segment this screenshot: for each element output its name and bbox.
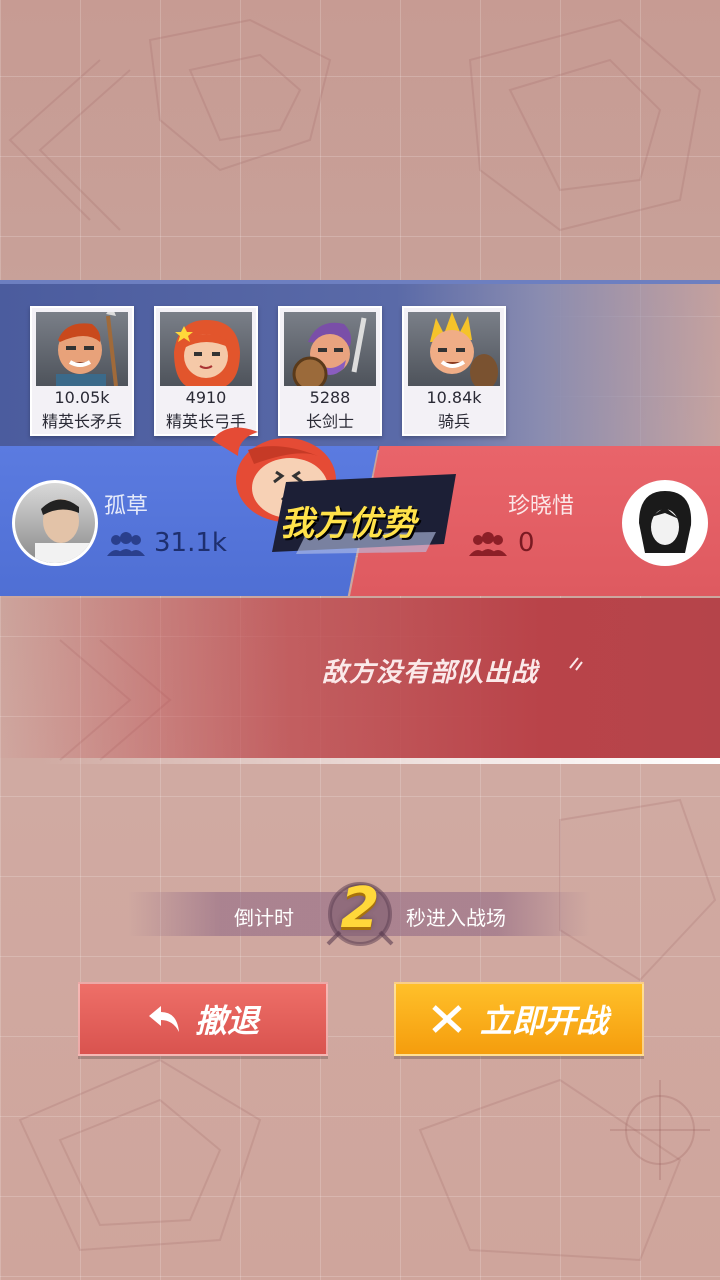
player-avatar[interactable]	[12, 480, 98, 566]
unit-power: 10.84k	[426, 388, 482, 407]
player-name: 孤草	[104, 494, 149, 519]
no-enemy-message: 敌方没有部队出战	[322, 658, 539, 688]
retreat-button[interactable]: 撤退	[78, 982, 328, 1056]
unit-card[interactable]: 5288 长剑士	[278, 306, 382, 436]
enemy-name: 珍晓惜	[508, 494, 575, 519]
back-arrow-icon	[148, 1006, 179, 1032]
retreat-label: 撤退	[194, 1002, 259, 1040]
troops-icon	[469, 532, 507, 556]
unit-card[interactable]: 4910 精英长弓手	[154, 306, 258, 436]
countdown-suffix: 秒进入战场	[406, 906, 506, 930]
troops-icon	[107, 532, 145, 556]
advantage-badge-text: 我方优势	[280, 504, 416, 544]
unit-card[interactable]: 10.05k 精英长矛兵	[30, 306, 134, 436]
unit-roster-strip: 10.05k 精英长矛兵 4910 精英长弓手 5288 长剑士 10.84k …	[0, 280, 720, 450]
unit-power: 4910	[185, 388, 227, 407]
player-troop-count: 31.1k	[154, 528, 227, 558]
countdown-prefix: 倒计时	[234, 906, 294, 930]
unit-power: 10.05k	[54, 388, 110, 407]
enemy-troop-count: 0	[518, 528, 535, 558]
enemy-avatar[interactable]	[622, 480, 708, 566]
countdown-number: 2	[340, 876, 380, 941]
unit-power: 5288	[309, 388, 351, 407]
unit-card[interactable]: 10.84k 骑兵	[402, 306, 506, 436]
fight-now-button[interactable]: 立即开战	[394, 982, 644, 1056]
unit-name: 精英长矛兵	[41, 412, 122, 431]
archer-portrait	[160, 312, 252, 386]
swordsman-portrait	[284, 312, 376, 386]
sparkle-icon	[569, 657, 583, 671]
fight-now-label: 立即开战	[479, 1002, 608, 1040]
cavalry-portrait	[408, 312, 500, 386]
spearman-portrait	[36, 312, 128, 386]
message-banner-edge	[40, 758, 720, 764]
unit-name: 骑兵	[437, 412, 470, 431]
crossed-swords-icon	[432, 1005, 462, 1033]
